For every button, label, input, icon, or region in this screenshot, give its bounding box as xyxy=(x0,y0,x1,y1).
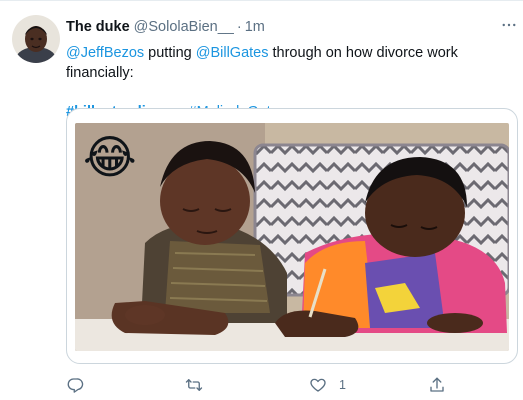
tweet-header: The duke @SololaBien__ · 1m xyxy=(66,17,511,37)
share-button[interactable] xyxy=(428,375,446,395)
tweet-text: @JeffBezos putting @BillGates through on… xyxy=(66,43,511,83)
more-options-button[interactable] xyxy=(497,17,521,33)
share-icon xyxy=(430,377,444,392)
laughing-emoji: 😂 xyxy=(83,131,137,183)
tweet-text-plain: putting xyxy=(144,45,196,61)
mention-billgates[interactable]: @BillGates xyxy=(196,45,269,61)
author-handle[interactable]: @SololaBien__ xyxy=(134,19,234,35)
heart-icon xyxy=(310,378,326,392)
retweet-icon xyxy=(185,379,203,391)
tweet-media[interactable]: 😂 xyxy=(66,108,518,364)
media-image[interactable]: 😂 xyxy=(75,123,509,351)
like-button[interactable]: 1 xyxy=(309,375,346,395)
gif-image xyxy=(75,123,509,351)
avatar[interactable] xyxy=(12,15,60,63)
tweet-timestamp[interactable]: 1m xyxy=(245,19,265,35)
tweet-content: The duke @SololaBien__ · 1m @JeffBezos p… xyxy=(66,17,511,122)
more-icon xyxy=(502,23,516,27)
author-name[interactable]: The duke xyxy=(66,19,130,35)
retweet-button[interactable] xyxy=(185,375,203,395)
separator-dot: · xyxy=(236,19,242,35)
like-count: 1 xyxy=(339,378,346,392)
mention-jeffbezos[interactable]: @JeffBezos xyxy=(66,45,144,61)
tweet-actions: 1 xyxy=(66,375,466,395)
reply-icon xyxy=(67,378,84,393)
tweet-card[interactable]: The duke @SololaBien__ · 1m @JeffBezos p… xyxy=(0,0,523,400)
reply-button[interactable] xyxy=(66,375,84,395)
